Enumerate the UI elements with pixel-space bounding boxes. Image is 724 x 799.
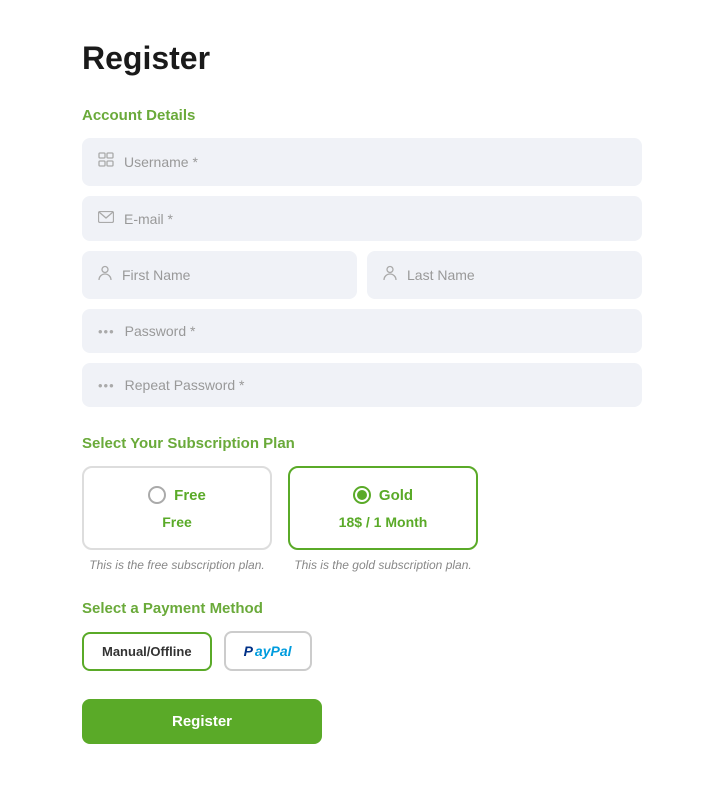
payment-methods-row: Manual/Offline PayPal <box>82 631 642 671</box>
gold-plan-radio-row: Gold <box>314 486 452 504</box>
register-button[interactable]: Register <box>82 699 322 744</box>
repeat-password-icon: ••• <box>98 378 115 393</box>
email-icon <box>98 210 114 227</box>
paypal-p-blue: P <box>244 643 253 659</box>
plans-row: Free Free This is the free subscription … <box>82 466 642 572</box>
free-plan-card[interactable]: Free Free <box>82 466 272 550</box>
lastname-input[interactable] <box>407 267 626 283</box>
email-input[interactable] <box>124 211 626 227</box>
page-title: Register <box>82 40 642 77</box>
free-plan-description: This is the free subscription plan. <box>89 558 264 572</box>
subscription-label: Select Your Subscription Plan <box>82 435 642 452</box>
manual-payment-label: Manual/Offline <box>102 644 192 659</box>
user-icon <box>98 152 114 172</box>
email-field-wrapper <box>82 196 642 241</box>
name-row <box>82 251 642 309</box>
free-plan-price: Free <box>108 514 246 530</box>
page-container: Register Account Details <box>82 40 642 759</box>
username-field-wrapper <box>82 138 642 186</box>
free-plan-radio[interactable] <box>148 486 166 504</box>
person-icon-first <box>98 265 112 285</box>
gold-plan-radio-inner <box>357 490 367 500</box>
free-plan-wrapper: Free Free This is the free subscription … <box>82 466 272 572</box>
gold-plan-name: Gold <box>379 487 413 504</box>
account-details-label: Account Details <box>82 107 642 124</box>
gold-plan-price: 18$ / 1 Month <box>314 514 452 530</box>
gold-plan-description: This is the gold subscription plan. <box>294 558 471 572</box>
username-input[interactable] <box>124 154 626 170</box>
firstname-field-wrapper <box>82 251 357 299</box>
password-input[interactable] <box>125 323 626 339</box>
payment-section: Select a Payment Method Manual/Offline P… <box>82 600 642 671</box>
paypal-payment-button[interactable]: PayPal <box>224 631 312 671</box>
subscription-section: Select Your Subscription Plan Free Free … <box>82 435 642 572</box>
gold-plan-radio[interactable] <box>353 486 371 504</box>
gold-plan-wrapper: Gold 18$ / 1 Month This is the gold subs… <box>288 466 478 572</box>
free-plan-name: Free <box>174 487 206 504</box>
password-icon: ••• <box>98 324 115 339</box>
repeat-password-input[interactable] <box>125 377 626 393</box>
payment-label: Select a Payment Method <box>82 600 642 617</box>
gold-plan-card[interactable]: Gold 18$ / 1 Month <box>288 466 478 550</box>
lastname-field-wrapper <box>367 251 642 299</box>
paypal-p-lightblue: ayPal <box>255 643 292 659</box>
manual-payment-button[interactable]: Manual/Offline <box>82 632 212 671</box>
repeat-password-field-wrapper: ••• <box>82 363 642 407</box>
account-details-section: Account Details <box>82 107 642 407</box>
password-field-wrapper: ••• <box>82 309 642 353</box>
person-icon-last <box>383 265 397 285</box>
firstname-input[interactable] <box>122 267 341 283</box>
paypal-logo: PayPal <box>244 643 292 659</box>
free-plan-radio-row: Free <box>108 486 246 504</box>
